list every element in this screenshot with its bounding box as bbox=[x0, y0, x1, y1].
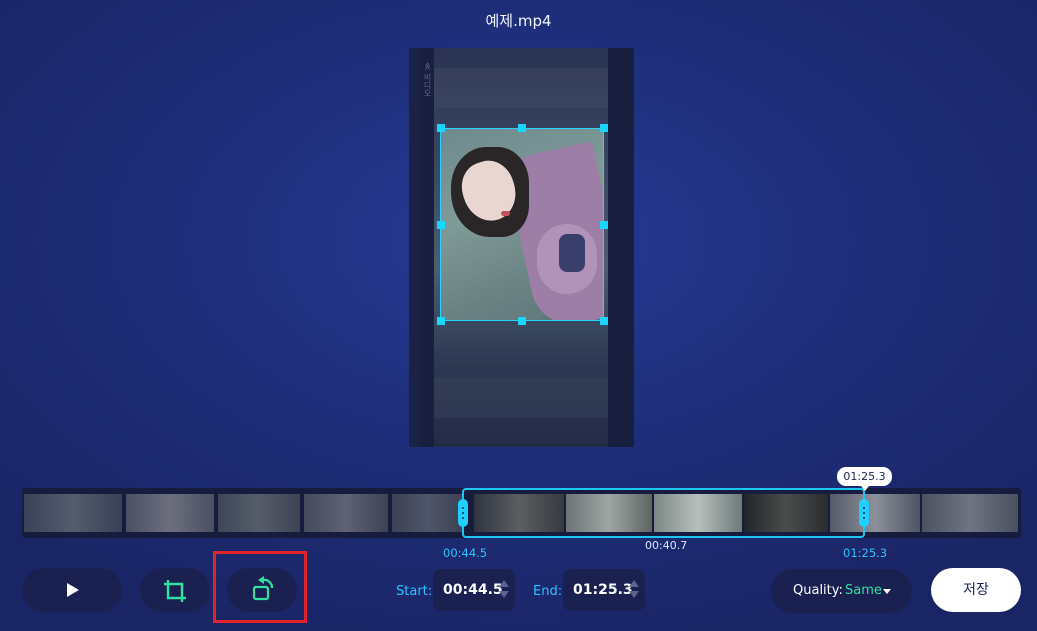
crop-handle-top-right[interactable] bbox=[600, 124, 608, 132]
end-label: End: bbox=[533, 584, 563, 599]
trim-end-handle[interactable] bbox=[859, 499, 869, 527]
timeline-thumbnail bbox=[24, 494, 122, 532]
start-time-input[interactable]: 00:44.5 bbox=[433, 569, 515, 611]
crop-handle-bottom[interactable] bbox=[518, 317, 526, 325]
crop-handle-top-left[interactable] bbox=[437, 124, 445, 132]
crop-button[interactable] bbox=[140, 568, 210, 612]
figure-sash bbox=[559, 234, 585, 272]
timeline-thumbnail bbox=[218, 494, 300, 532]
crop-handle-bottom-right[interactable] bbox=[600, 317, 608, 325]
start-time-stepper[interactable] bbox=[499, 580, 509, 602]
end-time-input[interactable]: 01:25.3 bbox=[563, 569, 645, 611]
crop-handle-left[interactable] bbox=[437, 221, 445, 229]
play-button[interactable] bbox=[22, 568, 122, 612]
save-button[interactable]: 저장 bbox=[931, 568, 1021, 612]
crop-icon bbox=[164, 580, 186, 602]
preview-side-text: ≪ 비디오 bbox=[423, 62, 432, 97]
figure-lip bbox=[501, 211, 510, 216]
crop-handle-right[interactable] bbox=[600, 221, 608, 229]
trim-start-time: 00:44.5 bbox=[443, 546, 488, 560]
crop-handle-bottom-left[interactable] bbox=[437, 317, 445, 325]
trim-duration: 00:40.7 bbox=[645, 539, 688, 552]
trim-end-time: 01:25.3 bbox=[843, 546, 888, 560]
quality-label: Quality: bbox=[793, 583, 843, 598]
preview-right-strip bbox=[608, 48, 634, 447]
timeline-thumbnail bbox=[922, 494, 1018, 532]
crop-handle-top[interactable] bbox=[518, 124, 526, 132]
preview-left-strip: ≪ 비디오 bbox=[419, 48, 435, 447]
video-title: 예제.mp4 bbox=[485, 12, 552, 30]
timeline-thumbnail bbox=[126, 494, 214, 532]
chevron-down-icon bbox=[883, 589, 891, 594]
play-icon bbox=[67, 583, 79, 597]
trim-start-handle[interactable] bbox=[458, 499, 468, 527]
start-time-value: 00:44.5 bbox=[443, 582, 503, 598]
timeline-thumbnail bbox=[304, 494, 388, 532]
timeline-thumbnail bbox=[392, 494, 464, 532]
quality-value: Same bbox=[845, 583, 882, 598]
rotate-highlight-box bbox=[213, 551, 307, 623]
end-time-value: 01:25.3 bbox=[573, 582, 633, 598]
trim-selection[interactable] bbox=[462, 488, 865, 538]
start-label: Start: bbox=[396, 584, 433, 599]
quality-dropdown[interactable]: Quality: Same bbox=[771, 569, 912, 613]
trim-end-tooltip: 01:25.3 bbox=[837, 467, 892, 491]
crop-selection[interactable] bbox=[440, 128, 604, 321]
end-time-stepper[interactable] bbox=[629, 580, 639, 602]
